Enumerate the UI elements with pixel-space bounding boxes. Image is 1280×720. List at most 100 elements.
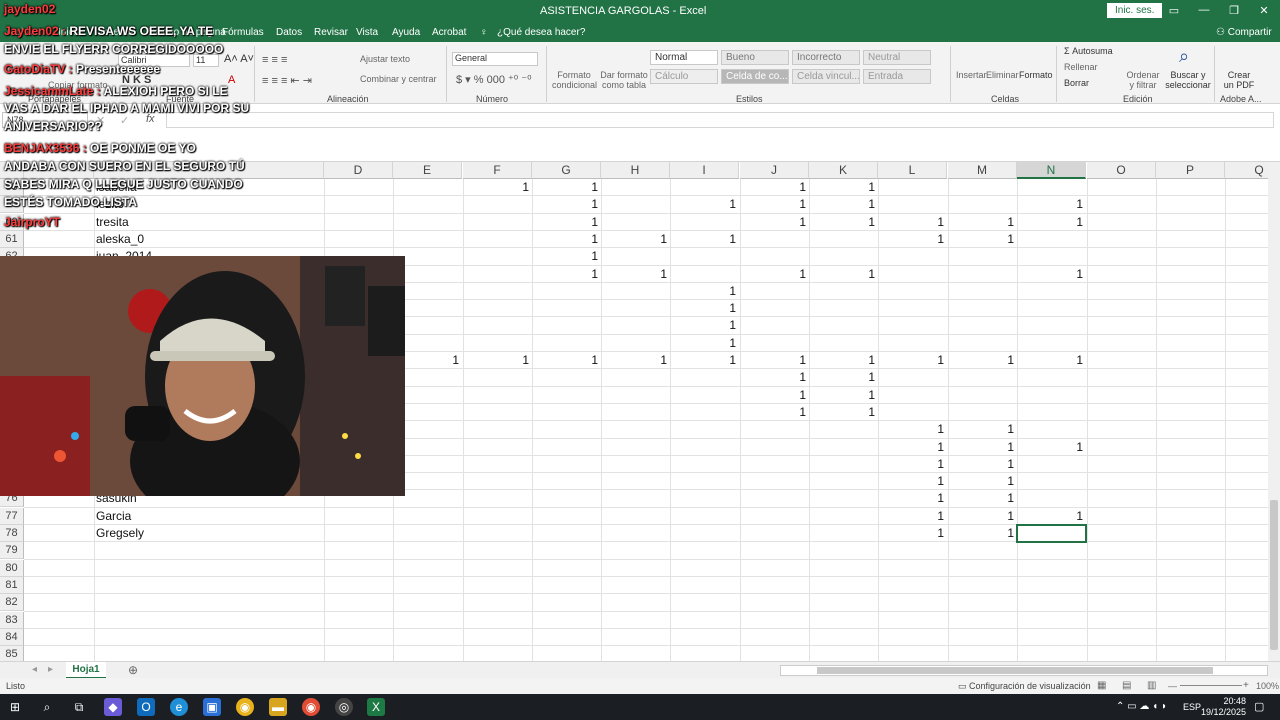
attendance-cell[interactable]: 1 [878, 352, 947, 369]
grow-font-icon[interactable]: A˄ A˅ [224, 53, 254, 65]
attendance-cell[interactable]: 1 [532, 196, 601, 213]
restore-icon[interactable]: ❐ [1224, 4, 1244, 17]
menu-data[interactable]: Datos [276, 27, 302, 38]
row-header-85[interactable]: 85 [0, 646, 24, 661]
attendance-cell[interactable]: 1 [948, 525, 1017, 542]
page-break-icon[interactable]: ▥ [1147, 680, 1156, 691]
name-cell[interactable]: Garcia [94, 508, 324, 525]
attendance-cell[interactable]: 1 [532, 266, 601, 283]
align-icons[interactable]: ≡ ≡ ≡ [262, 54, 287, 66]
tray-icons[interactable]: ⌃ ▭ ☁ ◖ ◗ [1116, 701, 1167, 712]
attendance-cell[interactable]: 1 [740, 196, 809, 213]
attendance-cell[interactable]: 1 [878, 490, 947, 507]
selected-cell[interactable] [1016, 524, 1087, 544]
attendance-cell[interactable]: 1 [878, 508, 947, 525]
cond-format-button[interactable]: Formato condicional [552, 70, 597, 90]
style-neutral[interactable]: Neutral [863, 50, 931, 65]
browser-icon[interactable]: ◉ [302, 698, 320, 716]
chrome-icon[interactable]: ◉ [236, 698, 254, 716]
row-header-78[interactable]: 78 [0, 525, 24, 542]
share-button[interactable]: ⚇ Compartir [1216, 27, 1272, 38]
column-header-I[interactable]: I [670, 162, 739, 179]
clock-time[interactable]: 20:48 [1206, 696, 1246, 706]
name-cell[interactable]: tresita [94, 214, 324, 231]
menu-help[interactable]: Ayuda [392, 27, 420, 38]
attendance-cell[interactable]: 1 [948, 421, 1017, 438]
attendance-cell[interactable]: 1 [809, 214, 878, 231]
number-format-select[interactable]: General [452, 52, 538, 66]
attendance-cell[interactable]: 1 [670, 335, 739, 352]
attendance-cell[interactable]: 1 [948, 439, 1017, 456]
attendance-cell[interactable]: 1 [740, 369, 809, 386]
edge-icon[interactable]: e [170, 698, 188, 716]
attendance-cell[interactable]: 1 [740, 179, 809, 196]
tell-me-input[interactable]: ¿Qué desea hacer? [497, 27, 585, 38]
attendance-cell[interactable]: 1 [1017, 439, 1086, 456]
attendance-cell[interactable]: 1 [532, 214, 601, 231]
attendance-cell[interactable]: 1 [809, 352, 878, 369]
next-sheet-icon[interactable]: ▸ [48, 664, 53, 675]
style-bueno[interactable]: Bueno [721, 50, 789, 65]
delete-cells-button[interactable]: Eliminar [986, 70, 1019, 80]
autosum-button[interactable]: Σ Autosuma [1064, 46, 1113, 56]
row-header-81[interactable]: 81 [0, 576, 24, 594]
row-header-80[interactable]: 80 [0, 559, 24, 577]
attendance-cell[interactable]: 1 [809, 369, 878, 386]
attendance-cell[interactable]: 1 [670, 352, 739, 369]
windows-start-icon[interactable]: ⊞ [6, 698, 24, 716]
hscroll-thumb[interactable] [817, 667, 1213, 674]
store-icon[interactable]: ▣ [203, 698, 221, 716]
attendance-cell[interactable]: 1 [948, 231, 1017, 248]
normal-view-icon[interactable]: ▦ [1097, 680, 1106, 691]
column-header-K[interactable]: K [809, 162, 878, 179]
close-icon[interactable]: ✕ [1254, 4, 1274, 17]
attendance-cell[interactable]: 1 [601, 231, 670, 248]
add-sheet-icon[interactable]: ⊕ [128, 663, 138, 677]
format-cells-button[interactable]: Formato [1019, 70, 1053, 80]
minimize-icon[interactable]: — [1194, 4, 1214, 16]
attendance-cell[interactable]: 1 [740, 214, 809, 231]
align-icons-2[interactable]: ≡ ≡ ≡ ⇤ ⇥ [262, 74, 312, 87]
style-calculo[interactable]: Cálculo [650, 69, 718, 84]
copilot-icon[interactable]: ◆ [104, 698, 122, 716]
name-cell[interactable]: aleska_0 [94, 231, 324, 248]
column-header-J[interactable]: J [740, 162, 809, 179]
attendance-cell[interactable]: 1 [670, 317, 739, 334]
create-pdf-button[interactable]: Crear un PDF [1222, 70, 1256, 90]
attendance-cell[interactable]: 1 [878, 456, 947, 473]
attendance-cell[interactable]: 1 [670, 196, 739, 213]
formula-input[interactable] [166, 112, 1274, 128]
attendance-cell[interactable]: 1 [878, 473, 947, 490]
sort-filter-button[interactable]: Ordenar y filtrar [1124, 70, 1162, 90]
zoom-level[interactable]: 100% [1256, 681, 1279, 691]
menu-review[interactable]: Revisar [314, 27, 348, 38]
attendance-cell[interactable]: 1 [948, 456, 1017, 473]
task-view-icon[interactable]: ⧉ [70, 698, 88, 716]
attendance-cell[interactable]: 1 [740, 266, 809, 283]
attendance-cell[interactable]: 1 [532, 248, 601, 265]
attendance-cell[interactable]: 1 [463, 179, 532, 196]
attendance-cell[interactable]: 1 [740, 352, 809, 369]
attendance-cell[interactable]: 1 [948, 508, 1017, 525]
column-header-N[interactable]: N [1017, 162, 1086, 179]
row-header-77[interactable]: 77 [0, 507, 24, 525]
attendance-cell[interactable]: 1 [670, 300, 739, 317]
row-header-83[interactable]: 83 [0, 611, 24, 629]
attendance-cell[interactable]: 1 [878, 421, 947, 438]
column-header-E[interactable]: E [393, 162, 462, 179]
column-header-L[interactable]: L [878, 162, 947, 179]
attendance-cell[interactable]: 1 [878, 439, 947, 456]
attendance-cell[interactable]: 1 [740, 387, 809, 404]
row-header-84[interactable]: 84 [0, 628, 24, 646]
format-table-button[interactable]: Dar formato como tabla [600, 70, 648, 90]
clock-date[interactable]: 19/12/2025 [1200, 707, 1246, 717]
attendance-cell[interactable]: 1 [1017, 508, 1086, 525]
row-header-79[interactable]: 79 [0, 542, 24, 560]
column-header-G[interactable]: G [532, 162, 601, 179]
attendance-cell[interactable]: 1 [463, 352, 532, 369]
zoom-out-icon[interactable]: — [1168, 681, 1177, 691]
attendance-cell[interactable]: 1 [948, 352, 1017, 369]
attendance-cell[interactable]: 1 [601, 266, 670, 283]
page-layout-icon[interactable]: ▤ [1122, 680, 1131, 691]
fill-button[interactable]: Rellenar [1064, 62, 1098, 72]
